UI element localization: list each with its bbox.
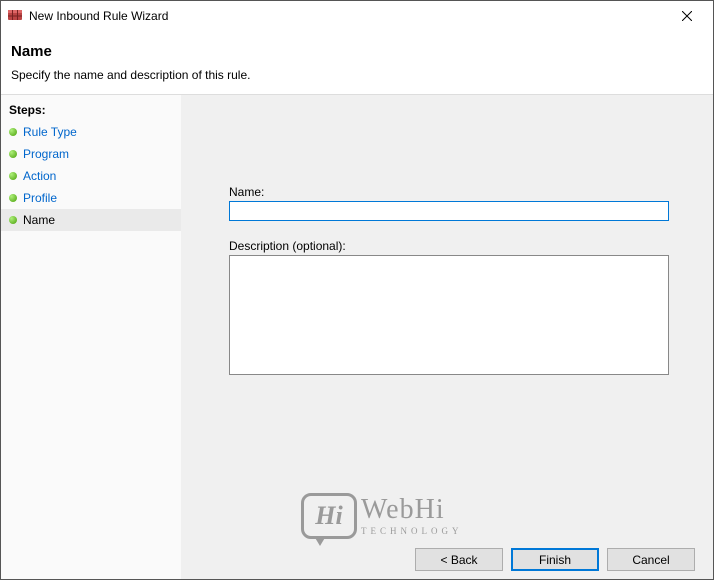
step-program[interactable]: Program [1,143,181,165]
step-link-action[interactable]: Action [23,169,56,183]
back-button[interactable]: < Back [415,548,503,571]
step-label-name: Name [23,213,55,227]
watermark-brand-top: WebHi [361,494,445,525]
watermark-brand-bottom: TECHNOLOGY [361,526,463,536]
watermark-bubble: Hi [301,493,357,539]
main-panel: Name: Description (optional): Hi WebHi T… [181,95,713,580]
page-subtitle: Specify the name and description of this… [11,68,703,82]
step-dot-icon [9,194,17,202]
step-dot-icon [9,216,17,224]
step-action[interactable]: Action [1,165,181,187]
window-title: New Inbound Rule Wizard [29,9,667,23]
page-heading: Name [11,43,703,60]
titlebar: New Inbound Rule Wizard [1,1,713,31]
step-link-rule-type[interactable]: Rule Type [23,125,77,139]
name-label: Name: [229,185,685,199]
description-textarea[interactable] [229,255,669,375]
name-field-block: Name: [229,185,685,221]
step-rule-type[interactable]: Rule Type [1,121,181,143]
description-label: Description (optional): [229,239,685,253]
step-link-program[interactable]: Program [23,147,69,161]
description-field-block: Description (optional): [229,239,685,378]
wizard-header: Name Specify the name and description of… [1,31,713,95]
watermark-logo: Hi WebHi TECHNOLOGY [301,493,463,539]
step-link-profile[interactable]: Profile [23,191,57,205]
steps-sidebar: Steps: Rule Type Program Action Profile … [1,95,181,580]
finish-button[interactable]: Finish [511,548,599,571]
firewall-icon [7,7,23,26]
step-dot-icon [9,128,17,136]
steps-label: Steps: [1,99,181,121]
cancel-button[interactable]: Cancel [607,548,695,571]
close-icon [682,11,692,21]
close-button[interactable] [667,2,707,30]
step-dot-icon [9,172,17,180]
name-input[interactable] [229,201,669,221]
wizard-window: New Inbound Rule Wizard Name Specify the… [0,0,714,580]
step-dot-icon [9,150,17,158]
button-row: < Back Finish Cancel [415,548,695,571]
step-profile[interactable]: Profile [1,187,181,209]
wizard-body: Steps: Rule Type Program Action Profile … [1,95,713,580]
step-name[interactable]: Name [1,209,181,231]
